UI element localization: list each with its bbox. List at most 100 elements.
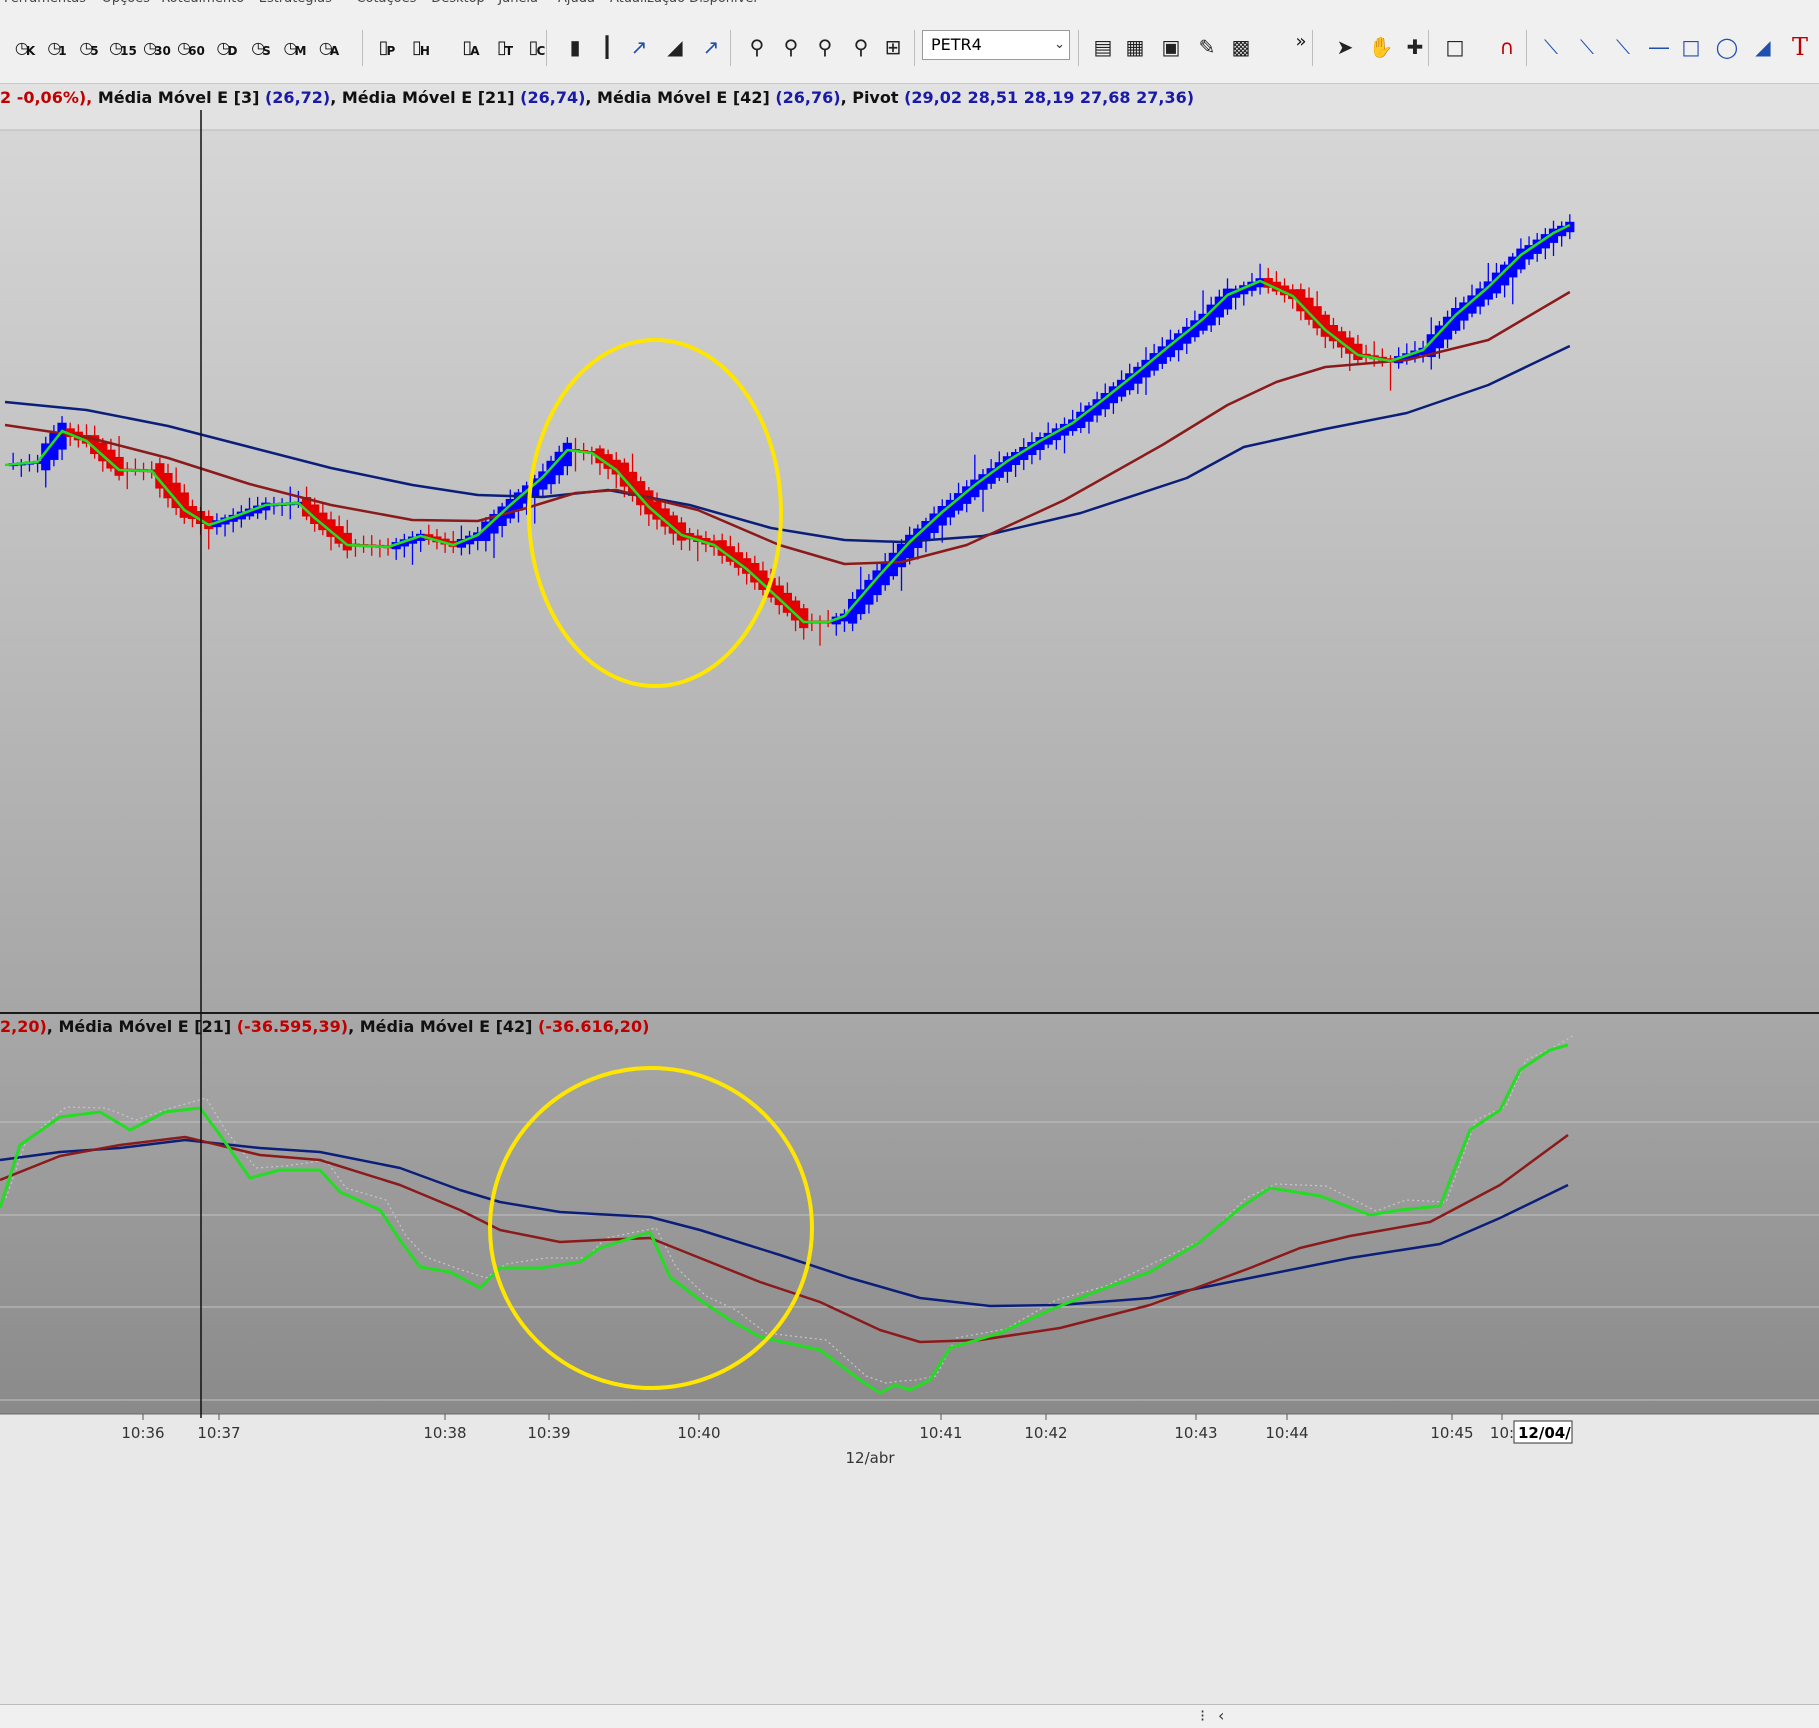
trendline-icon[interactable]: ⟍ bbox=[1536, 30, 1566, 64]
chart-type-label: T bbox=[504, 44, 514, 58]
indicator-legend: 2,20), Média Móvel E [21] (-36.595,39), … bbox=[0, 1017, 649, 1036]
chart-type-label: P bbox=[386, 44, 396, 58]
period-button-6[interactable]: ◷ D bbox=[212, 30, 242, 64]
time-label: 10:41 bbox=[919, 1424, 962, 1442]
bar-icon[interactable]: ┃ bbox=[592, 30, 622, 64]
hand-icon[interactable]: ✋ bbox=[1366, 30, 1396, 64]
price-panel-background bbox=[0, 130, 1819, 1014]
zoom-in-icon[interactable]: ⚲ bbox=[776, 30, 806, 64]
table-icon[interactable]: ▦ bbox=[1120, 30, 1150, 64]
period-button-2[interactable]: ◷ 5 bbox=[74, 30, 104, 64]
price-legend: 2 -0,06%), Média Móvel E [3] (26,72), Mé… bbox=[0, 88, 1194, 107]
legend-part-2: (-36.595,39) bbox=[237, 1017, 348, 1036]
magnet-icon[interactable]: ∩ bbox=[1492, 30, 1522, 64]
zoom-out-icon[interactable]: ⚲ bbox=[810, 30, 840, 64]
indicator-panel-background bbox=[0, 1014, 1819, 1414]
legend-part-6: (26,76) bbox=[775, 88, 840, 107]
crosshair-icon[interactable]: ✚ bbox=[1400, 30, 1430, 64]
period-button-9[interactable]: ◷ A bbox=[314, 30, 344, 64]
scroll-grip-icon[interactable]: ⁝ bbox=[1200, 1706, 1205, 1725]
chart-area[interactable]: 2 -0,06%), Média Móvel E [3] (26,72), Mé… bbox=[0, 84, 1819, 1704]
chart-type-button-4[interactable]: ▯ C bbox=[522, 30, 552, 64]
save-icon[interactable]: ▣ bbox=[1156, 30, 1186, 64]
period-label: 15 bbox=[120, 44, 137, 58]
ellipse-icon[interactable]: ◯ bbox=[1712, 30, 1742, 64]
line-chart-icon[interactable]: ↗ bbox=[624, 30, 654, 64]
period-label: K bbox=[25, 44, 36, 58]
period-button-3[interactable]: ◷ 15 bbox=[108, 30, 138, 64]
time-label: 10:42 bbox=[1024, 1424, 1067, 1442]
more-tools-button[interactable]: » bbox=[1290, 24, 1312, 58]
legend-part-4: (-36.616,20) bbox=[538, 1017, 649, 1036]
menu-item-1[interactable]: Opções bbox=[102, 0, 150, 6]
symbol-value: PETR4 bbox=[931, 35, 982, 54]
time-label: 10:43 bbox=[1174, 1424, 1217, 1442]
menu-item-3[interactable]: Estratégias bbox=[259, 0, 332, 6]
toolbar-separator bbox=[1526, 30, 1527, 66]
menu-bar: Ferramentas Opções Rotealmento Estratégias C… bbox=[0, 0, 1819, 8]
legend-part-8: (29,02 28,51 28,19 27,68 27,36) bbox=[904, 88, 1194, 107]
time-label: 10:44 bbox=[1265, 1424, 1308, 1442]
chart-type-button-2[interactable]: ▯ A bbox=[456, 30, 486, 64]
pointer-icon[interactable]: ➤ bbox=[1330, 30, 1360, 64]
menu-item-6[interactable]: Janela bbox=[498, 0, 538, 6]
text-box-icon[interactable]: □ bbox=[1440, 30, 1470, 64]
period-button-0[interactable]: ◷ K bbox=[10, 30, 40, 64]
scroll-left-icon[interactable]: ‹ bbox=[1218, 1706, 1224, 1725]
candle-icon[interactable]: ▮ bbox=[560, 30, 590, 64]
toolbar-separator bbox=[730, 30, 731, 66]
toolbar-separator bbox=[1312, 30, 1313, 66]
text-tool-button[interactable]: T bbox=[1786, 30, 1814, 64]
legend-part-7: , Pivot bbox=[841, 88, 905, 107]
period-button-1[interactable]: ◷ 1 bbox=[42, 30, 72, 64]
chart-svg[interactable]: 2 -0,06%), Média Móvel E [3] (26,72), Mé… bbox=[0, 84, 1819, 1704]
chart-type-label: H bbox=[419, 44, 430, 58]
menu-item-5[interactable]: Desktop bbox=[431, 0, 485, 6]
time-axis-background bbox=[0, 1414, 1819, 1704]
zoom-fit-icon[interactable]: ⚲ bbox=[742, 30, 772, 64]
zoom-reset-icon[interactable]: ⚲ bbox=[846, 30, 876, 64]
window-icon[interactable]: ▤ bbox=[1088, 30, 1118, 64]
hline-icon[interactable]: ― bbox=[1644, 30, 1674, 64]
time-label: 10:45 bbox=[1430, 1424, 1473, 1442]
legend-part-1: Média Móvel E [3] bbox=[92, 88, 265, 107]
chart-type-button-3[interactable]: ▯ T bbox=[490, 30, 520, 64]
ray-icon[interactable]: ⟍ bbox=[1572, 30, 1602, 64]
legend-part-3: , Média Móvel E [21] bbox=[330, 88, 520, 107]
menu-item-2[interactable]: Rotealmento bbox=[161, 0, 244, 6]
channel-icon[interactable]: ⟍ bbox=[1608, 30, 1638, 64]
menu-item-4[interactable]: Cotações bbox=[356, 0, 416, 6]
menu-item-0[interactable]: Ferramentas bbox=[4, 0, 86, 6]
chevron-down-icon[interactable]: ⌄ bbox=[1054, 31, 1065, 59]
line-e-icon[interactable]: ↗ bbox=[696, 30, 726, 64]
chart-type-button-1[interactable]: ▯ H bbox=[406, 30, 436, 64]
time-label: 10:36 bbox=[121, 1424, 164, 1442]
period-label: 5 bbox=[90, 44, 99, 58]
period-button-5[interactable]: ◷ 60 bbox=[176, 30, 206, 64]
symbol-select[interactable]: PETR4 ⌄ bbox=[922, 30, 1070, 60]
rectangle-icon[interactable]: □ bbox=[1676, 30, 1706, 64]
period-label: 1 bbox=[58, 44, 67, 58]
triangle-icon[interactable]: ◢ bbox=[1748, 30, 1778, 64]
toolbar-separator bbox=[1428, 30, 1429, 66]
legend-part-1: , Média Móvel E [21] bbox=[47, 1017, 237, 1036]
legend-part-3: , Média Móvel E [42] bbox=[348, 1017, 538, 1036]
toolbar-separator bbox=[914, 30, 915, 66]
period-button-7[interactable]: ◷ S bbox=[246, 30, 276, 64]
trade-icon[interactable]: ▩ bbox=[1226, 30, 1256, 64]
edit-icon[interactable]: ✎ bbox=[1192, 30, 1222, 64]
period-label: 30 bbox=[154, 44, 171, 58]
grid-icon[interactable]: ⊞ bbox=[878, 30, 908, 64]
legend-part-4: (26,74) bbox=[520, 88, 585, 107]
legend-part-2: (26,72) bbox=[265, 88, 330, 107]
area-chart-icon[interactable]: ◢ bbox=[660, 30, 690, 64]
period-button-8[interactable]: ◷ M bbox=[280, 30, 310, 64]
horizontal-scrollbar[interactable]: ⁝ ‹ bbox=[0, 1704, 1819, 1728]
toolbar-separator bbox=[362, 30, 363, 66]
menu-item-7[interactable]: Ajuda bbox=[558, 0, 595, 6]
period-label: A bbox=[329, 44, 340, 58]
menu-item-8[interactable]: Atualização Disponível bbox=[610, 0, 757, 6]
period-button-4[interactable]: ◷ 30 bbox=[142, 30, 172, 64]
chart-type-button-0[interactable]: ▯ P bbox=[372, 30, 402, 64]
time-label: 10:37 bbox=[197, 1424, 240, 1442]
